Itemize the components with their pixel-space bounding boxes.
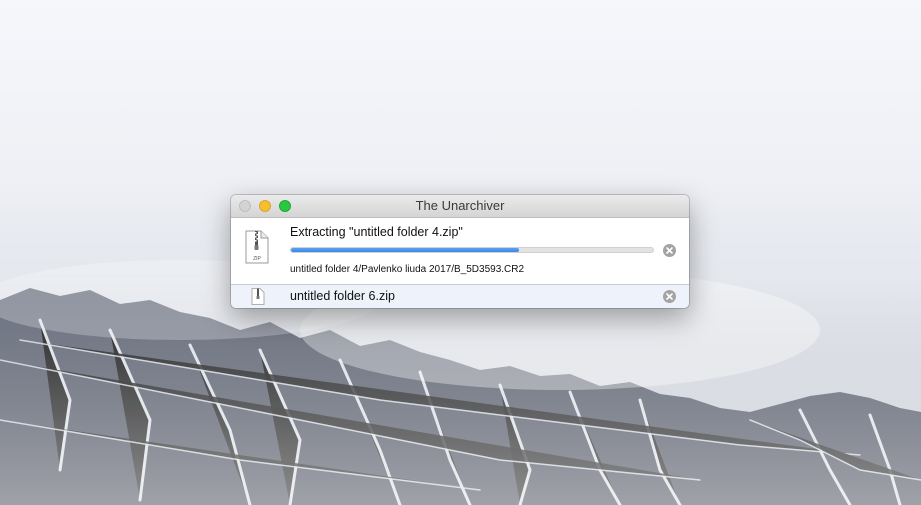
zip-file-icon	[251, 288, 265, 305]
unarchiver-window: The Unarchiver ZIP Extracting "untitled …	[231, 195, 689, 308]
queued-archive-row: untitled folder 6.zip	[231, 285, 689, 308]
queued-archive-name: untitled folder 6.zip	[290, 289, 395, 303]
desktop: The Unarchiver ZIP Extracting "untitled …	[0, 0, 921, 505]
progress-fill	[291, 248, 520, 252]
stop-x-icon	[666, 293, 673, 300]
stop-x-icon	[666, 247, 673, 254]
window-title: The Unarchiver	[415, 198, 505, 213]
extracting-title: Extracting "untitled folder 4.zip"	[290, 225, 463, 239]
current-file-path: untitled folder 4/Pavlenko liuda 2017/B_…	[290, 264, 525, 275]
extraction-progress-bar	[290, 247, 654, 253]
stop-extraction-button[interactable]	[663, 244, 676, 257]
remove-queued-button[interactable]	[663, 290, 676, 303]
title-bar[interactable]: The Unarchiver	[231, 195, 689, 218]
zip-file-icon: ZIP	[245, 230, 269, 264]
zip-label: ZIP	[253, 256, 261, 262]
active-extraction-row: ZIP Extracting "untitled folder 4.zip" u…	[231, 218, 689, 285]
